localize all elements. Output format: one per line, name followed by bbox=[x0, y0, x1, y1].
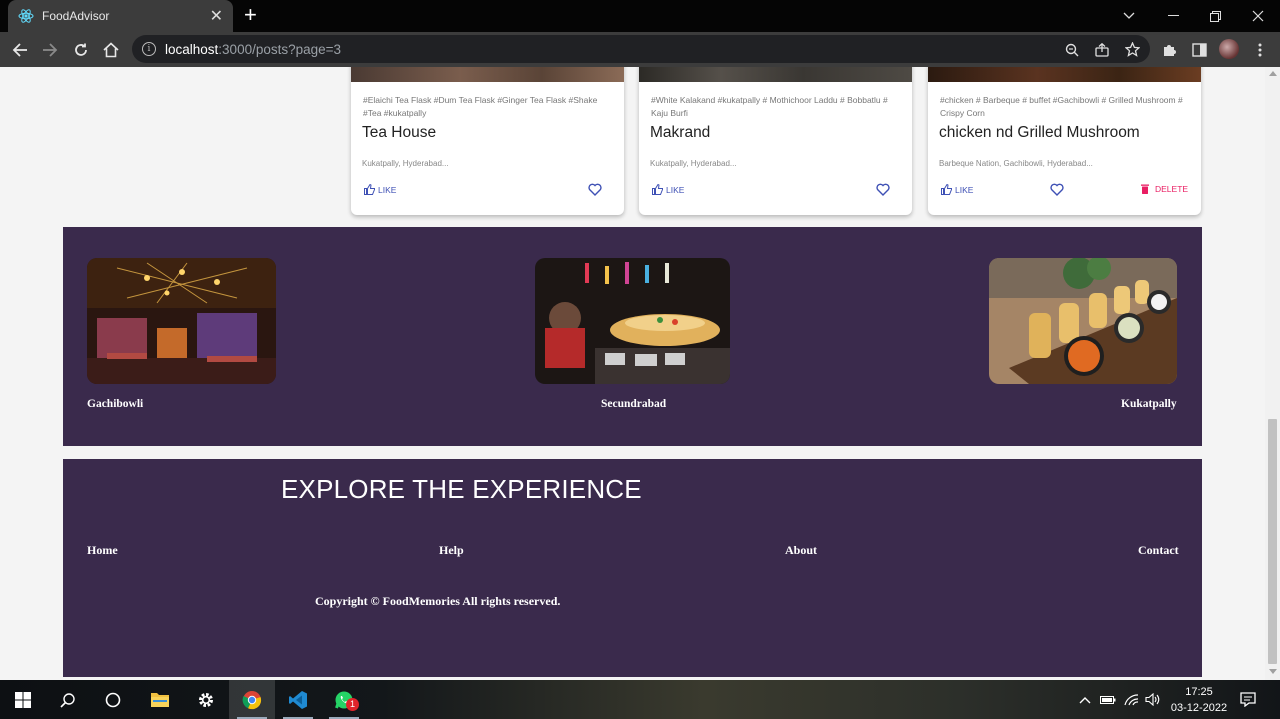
favorite-heart-icon[interactable] bbox=[1050, 183, 1064, 196]
scroll-up-arrow-icon[interactable] bbox=[1269, 71, 1277, 76]
restore-icon[interactable] bbox=[1193, 0, 1237, 32]
places-section: Gachibowli Secundrabad Kukatpally bbox=[63, 227, 1202, 446]
reload-icon[interactable] bbox=[69, 32, 93, 67]
profile-avatar[interactable] bbox=[1219, 39, 1239, 59]
place-name: Kukatpally bbox=[1121, 398, 1177, 410]
thumb-up-icon bbox=[364, 184, 375, 195]
windows-taskbar: 1 17:25 03-12-2022 bbox=[0, 680, 1280, 719]
windows-start-icon[interactable] bbox=[0, 680, 46, 719]
like-button[interactable]: LIKE bbox=[941, 184, 973, 195]
page-scrollbar[interactable] bbox=[1265, 67, 1280, 680]
browser-tab-strip: FoodAdvisor ✕ + bbox=[0, 0, 1280, 32]
forward-arrow-icon[interactable] bbox=[38, 32, 62, 67]
tab-title: FoodAdvisor bbox=[42, 9, 110, 23]
like-button[interactable]: LIKE bbox=[364, 184, 396, 195]
like-label: LIKE bbox=[378, 184, 397, 195]
notifications-icon[interactable] bbox=[1240, 680, 1256, 719]
task-view-icon[interactable] bbox=[90, 680, 136, 719]
favorite-heart-icon[interactable] bbox=[588, 183, 602, 196]
scroll-down-arrow-icon[interactable] bbox=[1269, 669, 1277, 674]
bookmark-star-icon[interactable] bbox=[1122, 32, 1142, 67]
browser-tab[interactable]: FoodAdvisor ✕ bbox=[8, 0, 233, 32]
post-location: Kukatpally, Hyderabad... bbox=[362, 159, 449, 168]
share-icon[interactable] bbox=[1092, 32, 1112, 67]
delete-label: DELETE bbox=[1155, 184, 1189, 194]
home-icon[interactable] bbox=[99, 32, 123, 67]
like-button[interactable]: LIKE bbox=[652, 184, 684, 195]
page-content: #Elaichi Tea Flask #Dum Tea Flask #Ginge… bbox=[0, 67, 1265, 680]
post-title: Tea House bbox=[362, 124, 437, 141]
post-image bbox=[928, 67, 1201, 82]
post-location: Barbeque Nation, Gachibowli, Hyderabad..… bbox=[939, 159, 1093, 168]
react-icon bbox=[18, 9, 34, 23]
clock-time: 17:25 bbox=[1185, 686, 1213, 698]
thumb-up-icon bbox=[652, 184, 663, 195]
place-name: Secundrabad bbox=[601, 398, 667, 410]
settings-gear-icon[interactable] bbox=[183, 680, 229, 719]
site-footer: EXPLORE THE EXPERIENCE Home Help About C… bbox=[63, 459, 1202, 677]
thumb-up-icon bbox=[941, 184, 952, 195]
trash-icon bbox=[1141, 184, 1149, 194]
minimize-icon[interactable] bbox=[1151, 0, 1195, 32]
like-label: LIKE bbox=[955, 184, 974, 195]
side-panel-icon[interactable] bbox=[1189, 32, 1209, 67]
whatsapp-icon[interactable]: 1 bbox=[321, 680, 367, 719]
footer-heading: EXPLORE THE EXPERIENCE bbox=[281, 474, 642, 504]
post-tags: #White Kalakand #kukatpally # Mothichoor… bbox=[651, 95, 888, 118]
search-icon[interactable] bbox=[45, 680, 91, 719]
browser-toolbar: i localhost:3000/posts?page=3 bbox=[0, 32, 1280, 67]
chrome-icon[interactable] bbox=[229, 680, 275, 719]
notification-badge: 1 bbox=[346, 698, 359, 711]
place-image-secundrabad[interactable] bbox=[535, 258, 730, 384]
tab-search-icon[interactable] bbox=[1107, 0, 1151, 32]
post-image bbox=[351, 67, 624, 82]
new-tab-button[interactable]: + bbox=[244, 4, 257, 26]
favorite-heart-icon[interactable] bbox=[876, 183, 890, 196]
post-card: #chicken # Barbeque # buffet #Gachibowli… bbox=[928, 67, 1201, 215]
footer-link-home[interactable]: Home bbox=[87, 543, 118, 558]
post-location: Kukatpally, Hyderabad... bbox=[650, 159, 737, 168]
address-bar[interactable]: i localhost:3000/posts?page=3 bbox=[132, 35, 1150, 63]
scrollbar-thumb[interactable] bbox=[1268, 419, 1277, 664]
extensions-icon[interactable] bbox=[1159, 32, 1179, 67]
wifi-icon[interactable] bbox=[1124, 680, 1139, 719]
footer-link-help[interactable]: Help bbox=[439, 543, 464, 558]
post-card: #White Kalakand #kukatpally # Mothichoor… bbox=[639, 67, 912, 215]
site-info-icon[interactable]: i bbox=[142, 42, 156, 56]
place-image-kukatpally[interactable] bbox=[989, 258, 1177, 384]
clock-date: 03-12-2022 bbox=[1170, 702, 1228, 714]
show-hidden-icons-icon[interactable] bbox=[1079, 680, 1091, 719]
copyright-text: Copyright © FoodMemories All rights rese… bbox=[315, 594, 561, 608]
menu-kebab-icon[interactable] bbox=[1250, 32, 1270, 67]
url-host: localhost bbox=[165, 41, 219, 57]
close-tab-icon[interactable]: ✕ bbox=[210, 6, 223, 26]
volume-icon[interactable] bbox=[1145, 680, 1161, 719]
back-arrow-icon[interactable] bbox=[8, 32, 32, 67]
vscode-icon[interactable] bbox=[275, 680, 321, 719]
post-card: #Elaichi Tea Flask #Dum Tea Flask #Ginge… bbox=[351, 67, 624, 215]
place-name: Gachibowli bbox=[87, 398, 144, 410]
url-path: :3000/posts?page=3 bbox=[218, 41, 342, 57]
post-title: Makrand bbox=[650, 124, 711, 141]
post-title: chicken nd Grilled Mushroom bbox=[939, 124, 1140, 141]
close-window-icon[interactable] bbox=[1236, 0, 1280, 32]
like-label: LIKE bbox=[666, 184, 685, 195]
footer-link-contact[interactable]: Contact bbox=[1138, 543, 1179, 558]
place-image-gachibowli[interactable] bbox=[87, 258, 276, 384]
file-explorer-icon[interactable] bbox=[137, 680, 183, 719]
post-tags: #Elaichi Tea Flask #Dum Tea Flask #Ginge… bbox=[363, 95, 598, 118]
zoom-icon[interactable] bbox=[1062, 32, 1082, 67]
footer-link-about[interactable]: About bbox=[785, 543, 817, 558]
system-clock[interactable]: 17:25 03-12-2022 bbox=[1168, 684, 1230, 716]
post-tags: #chicken # Barbeque # buffet #Gachibowli… bbox=[940, 95, 1183, 118]
delete-button[interactable]: DELETE bbox=[1141, 184, 1188, 194]
post-image bbox=[639, 67, 912, 82]
battery-icon[interactable] bbox=[1100, 680, 1116, 719]
